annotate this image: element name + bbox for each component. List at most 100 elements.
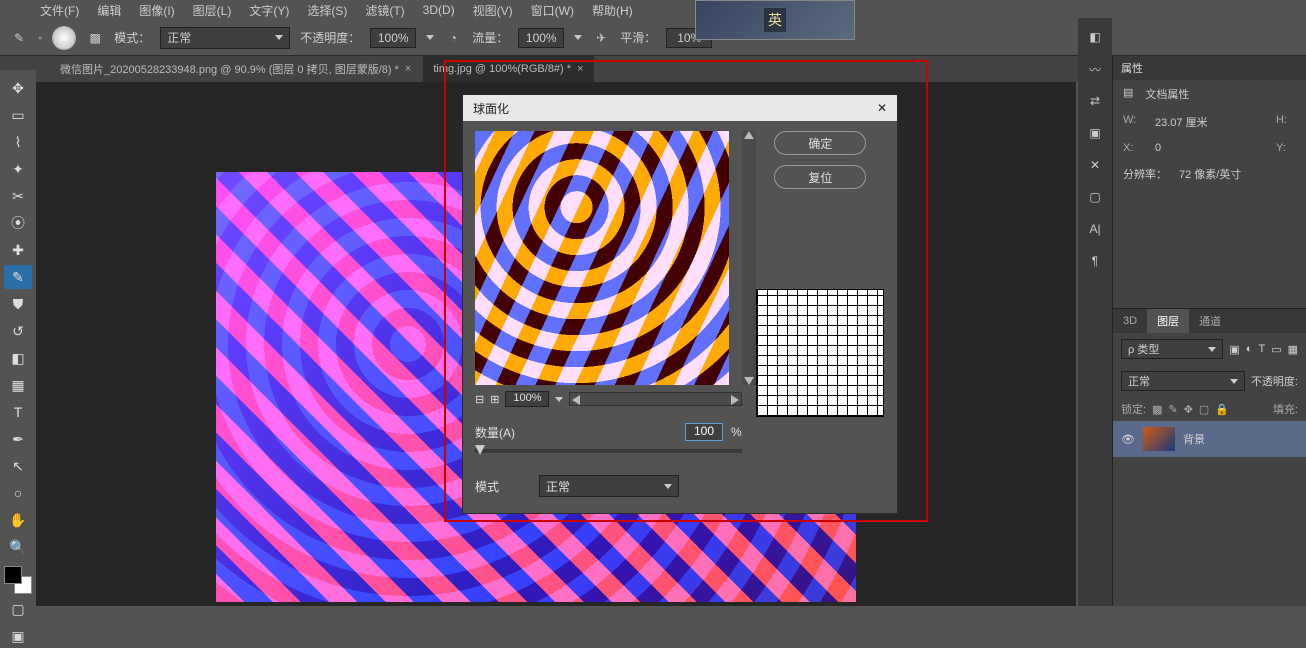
filter-adjust-icon[interactable]: ◐	[1246, 343, 1253, 355]
amount-input[interactable]: 100	[685, 423, 723, 441]
menu-image[interactable]: 图像(I)	[139, 2, 174, 19]
zoom-out-icon[interactable]: ⊟	[475, 393, 484, 406]
history-brush-tool[interactable]: ↺	[4, 319, 32, 343]
menu-file[interactable]: 文件(F)	[40, 2, 79, 19]
menu-3d[interactable]: 3D(D)	[423, 3, 455, 17]
gradient-tool[interactable]: ▦	[4, 373, 32, 397]
opacity-caret-icon[interactable]	[426, 35, 434, 40]
tab-layers[interactable]: 图层	[1147, 309, 1189, 333]
menu-edit[interactable]: 编辑	[97, 2, 121, 19]
healing-tool[interactable]: ✚	[4, 238, 32, 262]
menu-type[interactable]: 文字(Y)	[249, 2, 289, 19]
move-tool[interactable]: ✥	[4, 76, 32, 100]
path-select-tool[interactable]: ↖	[4, 454, 32, 478]
filter-image-icon[interactable]: ▣	[1229, 343, 1239, 356]
preview-hscroll[interactable]	[569, 392, 741, 406]
filter-shape-icon[interactable]: ▭	[1271, 343, 1281, 356]
brush-tool[interactable]: ✎	[4, 265, 32, 289]
type-tool[interactable]: T	[4, 400, 32, 424]
brush-preview[interactable]: 45	[52, 26, 76, 50]
magic-wand-tool[interactable]: ✦	[4, 157, 32, 181]
zoom-value[interactable]: 100%	[505, 391, 549, 407]
lasso-tool[interactable]: ⌇	[4, 130, 32, 154]
flow-value[interactable]: 100%	[518, 28, 564, 48]
lock-all-icon[interactable]: 🔒	[1215, 403, 1229, 416]
filter-preview[interactable]	[475, 131, 729, 385]
dialog-mode-dropdown[interactable]: 正常	[539, 475, 679, 497]
res-label: 分辨率：	[1123, 166, 1167, 182]
zoom-caret-icon[interactable]	[555, 397, 563, 402]
blend-mode-dropdown[interactable]: 正常	[1121, 371, 1245, 391]
shape-tool[interactable]: ○	[4, 481, 32, 505]
layer-filter-dropdown[interactable]: ρ 类型	[1121, 339, 1223, 359]
hand-tool[interactable]: ✋	[4, 508, 32, 532]
filter-smart-icon[interactable]: ▦	[1288, 343, 1298, 356]
right-icon-column: ◧ 〰 ⇄ ▣ ✕ ▢ A| ¶	[1078, 18, 1112, 606]
tab-doc-1[interactable]: 微信图片_20200528233948.png @ 90.9% (图层 0 拷贝…	[50, 56, 421, 82]
ime-char: 英	[764, 8, 786, 32]
brush-settings-icon[interactable]: 〰	[1084, 58, 1106, 80]
mode-dropdown[interactable]: 正常	[160, 27, 290, 49]
lock-artboard-icon[interactable]: ▢	[1199, 403, 1209, 416]
res-value: 72 像素/英寸	[1179, 166, 1241, 182]
tab-close-icon[interactable]: ×	[577, 63, 583, 75]
eyedropper-tool[interactable]: ⦿	[4, 211, 32, 235]
lock-position-icon[interactable]: ✥	[1184, 403, 1193, 416]
reset-button[interactable]: 复位	[774, 165, 866, 189]
close-icon[interactable]: ✕	[877, 101, 887, 115]
zoom-tool[interactable]: 🔍	[4, 535, 32, 559]
paragraph-icon[interactable]: ¶	[1084, 250, 1106, 272]
layer-panel-tabs: 3D 图层 通道	[1113, 309, 1306, 333]
x-label: X:	[1123, 142, 1143, 154]
color-swatches[interactable]	[4, 566, 32, 594]
crop-tool[interactable]: ✂	[4, 184, 32, 208]
tab-close-icon[interactable]: ×	[405, 63, 411, 75]
tool-presets-icon[interactable]: ✕	[1084, 154, 1106, 176]
y-label: Y:	[1276, 142, 1296, 154]
brush-panel-icon[interactable]: ▩	[86, 29, 104, 47]
opacity-value[interactable]: 100%	[370, 28, 416, 48]
smooth-label: 平滑：	[620, 29, 656, 46]
pen-tool[interactable]: ✒	[4, 427, 32, 451]
properties-tab[interactable]: 属性	[1113, 56, 1306, 80]
history-panel-icon[interactable]: ◧	[1084, 26, 1106, 48]
pressure-opacity-icon[interactable]: ◔	[444, 29, 462, 47]
styles-icon[interactable]: ▣	[1084, 122, 1106, 144]
amount-slider[interactable]	[475, 449, 742, 453]
visibility-icon[interactable]: 👁	[1121, 433, 1135, 446]
filter-type-icon[interactable]: T	[1258, 343, 1265, 355]
layer-row-background[interactable]: 👁 背景	[1113, 421, 1306, 457]
stamp-tool[interactable]: ⛊	[4, 292, 32, 316]
menu-select[interactable]: 选择(S)	[307, 2, 347, 19]
lock-pixels-icon[interactable]: ▩	[1152, 403, 1162, 416]
preview-vscroll[interactable]	[742, 131, 756, 385]
swatches-icon[interactable]: ▢	[1084, 186, 1106, 208]
quickmask-icon[interactable]: ▢	[4, 597, 32, 621]
tab-3d[interactable]: 3D	[1113, 309, 1147, 333]
screenmode-icon[interactable]: ▣	[4, 624, 32, 648]
menu-bar: 文件(F) 编辑 图像(I) 图层(L) 文字(Y) 选择(S) 滤镜(T) 3…	[0, 0, 1306, 20]
menu-layer[interactable]: 图层(L)	[193, 2, 232, 19]
lock-paint-icon[interactable]: ✎	[1168, 403, 1177, 416]
dialog-titlebar[interactable]: 球面化 ✕	[463, 95, 897, 121]
flow-caret-icon[interactable]	[574, 35, 582, 40]
menu-view[interactable]: 视图(V)	[473, 2, 513, 19]
eraser-tool[interactable]: ◧	[4, 346, 32, 370]
tab-doc-2[interactable]: timg.jpg @ 100%(RGB/8#) * ×	[423, 56, 593, 82]
w-label: W:	[1123, 114, 1143, 130]
menu-help[interactable]: 帮助(H)	[592, 2, 633, 19]
menu-window[interactable]: 窗口(W)	[531, 2, 574, 19]
layer-thumbnail[interactable]	[1143, 427, 1175, 451]
marquee-tool[interactable]: ▭	[4, 103, 32, 127]
tab-channels[interactable]: 通道	[1189, 309, 1231, 333]
airbrush-icon[interactable]: ✈	[592, 29, 610, 47]
ok-button[interactable]: 确定	[774, 131, 866, 155]
tab-doc-1-label: 微信图片_20200528233948.png @ 90.9% (图层 0 拷贝…	[60, 61, 399, 77]
zoom-in-icon[interactable]: ⊞	[490, 393, 499, 406]
layer-name[interactable]: 背景	[1183, 431, 1205, 447]
right-panels: 属性 ▤文档属性 W:23.07 厘米H: X:0Y: 分辨率：72 像素/英寸…	[1112, 56, 1306, 606]
character-icon[interactable]: A|	[1084, 218, 1106, 240]
adjustments-icon[interactable]: ⇄	[1084, 90, 1106, 112]
menu-filter[interactable]: 滤镜(T)	[365, 2, 404, 19]
document-properties-icon: ▤	[1123, 86, 1133, 102]
